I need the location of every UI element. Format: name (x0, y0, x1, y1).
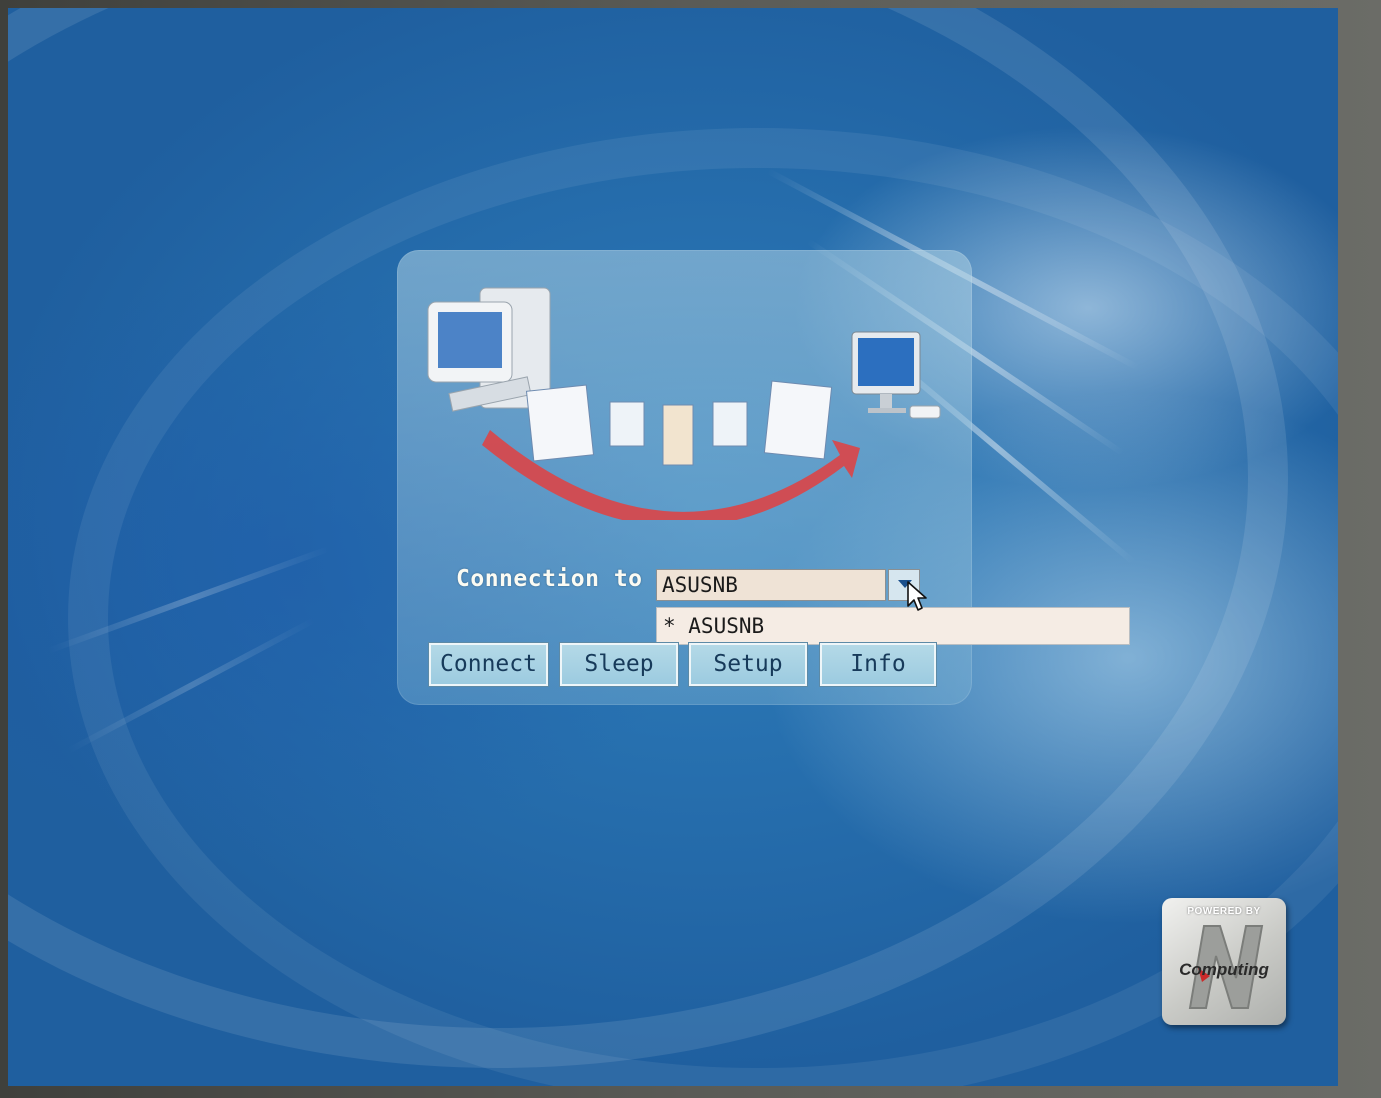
remote-desktop-illustration (427, 287, 941, 520)
connection-to-label: Connection to (456, 566, 643, 592)
server-option[interactable]: * ASUSNB (663, 612, 1123, 640)
mouse-pointer-icon (907, 581, 927, 611)
sleep-button[interactable]: Sleep (559, 642, 679, 687)
logo-brand-text: Computing (1179, 960, 1269, 979)
setup-button[interactable]: Setup (688, 642, 808, 687)
server-dropdown-list: * ASUSNB (656, 607, 1130, 645)
ncomputing-logo: POWERED BY Computing (1162, 898, 1286, 1025)
server-select[interactable]: ASUSNB (656, 569, 886, 601)
connect-button[interactable]: Connect (428, 642, 549, 687)
info-button[interactable]: Info (819, 642, 937, 687)
